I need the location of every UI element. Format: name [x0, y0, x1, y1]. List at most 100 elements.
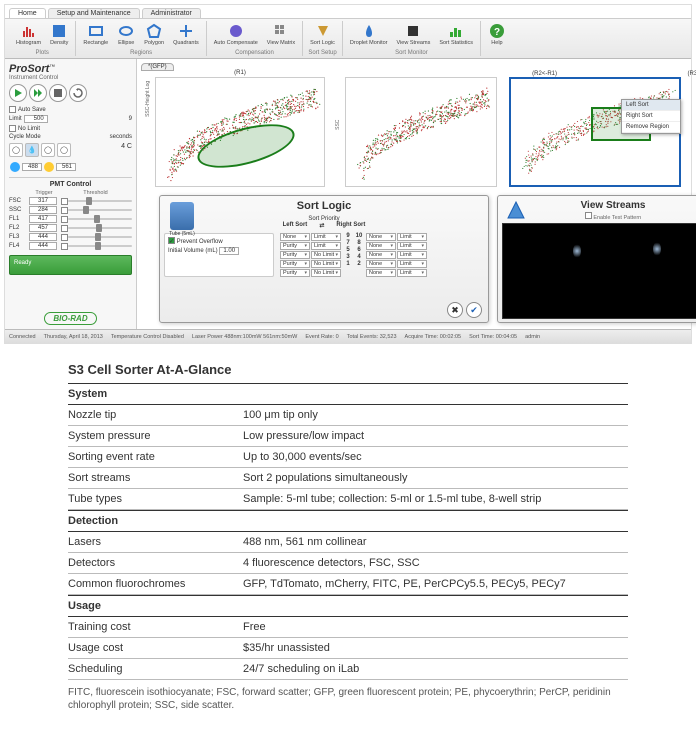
pmt-slider-FSC[interactable] — [68, 198, 132, 204]
rectangle-button[interactable]: Rectangle — [80, 21, 111, 48]
sort-statistics-button[interactable]: Sort Statistics — [436, 21, 476, 48]
pmt-value-FL3[interactable]: 444 — [29, 233, 57, 241]
cycle-btn-2[interactable]: 💧 — [25, 143, 39, 157]
polygon-button[interactable]: Polygon — [141, 21, 167, 48]
status-bar: Connected Thursday, April 18, 2013 Tempe… — [5, 329, 691, 343]
status-sort: Sort Time: 00:04:05 — [469, 334, 517, 340]
droplet-monitor-button[interactable]: Droplet Monitor — [347, 21, 391, 48]
pmt-control-panel: PMT Control TriggerThreshold FSC 317 SSC… — [9, 177, 132, 251]
spec-table: S3 Cell Sorter At-A-Glance SystemNozzle … — [68, 362, 628, 712]
pmt-slider-FL1[interactable] — [68, 216, 132, 222]
right-limit-3[interactable]: Limit — [397, 260, 427, 268]
refresh-button[interactable] — [69, 84, 87, 102]
spec-section-header: System — [68, 383, 628, 405]
left-limit-1[interactable]: Limit — [311, 242, 341, 250]
pmt-trigger-FL2[interactable] — [61, 225, 68, 232]
right-mode-3[interactable]: None — [366, 260, 396, 268]
help-button[interactable]: ?Help — [485, 21, 509, 48]
pmt-trigger-SSC[interactable] — [61, 207, 68, 214]
pmt-slider-FL3[interactable] — [68, 234, 132, 240]
scatter-svg-2 — [346, 78, 496, 186]
left-limit-0[interactable]: Limit — [311, 233, 341, 241]
fast-forward-button[interactable] — [29, 84, 47, 102]
spec-section-header: Usage — [68, 595, 628, 617]
cycle-btn-4[interactable]: ◯ — [57, 143, 71, 157]
pmt-label-FL4: FL4 — [9, 243, 29, 249]
right-limit-1[interactable]: Limit — [397, 242, 427, 250]
tab-setup[interactable]: Setup and Maintenance — [48, 8, 140, 18]
right-mode-0[interactable]: None — [366, 233, 396, 241]
right-limit-2[interactable]: Limit — [397, 251, 427, 259]
spec-key: Usage cost — [68, 642, 243, 654]
scatter-plot-1[interactable]: (R1) SSC-Height Log — [155, 77, 325, 187]
spec-key: Tube types — [68, 493, 243, 505]
pmt-value-SSC[interactable]: 284 — [29, 206, 57, 214]
cycle-btn-1[interactable]: ◯ — [9, 143, 23, 157]
play-button[interactable] — [9, 84, 27, 102]
left-mode-2[interactable]: Purity — [280, 251, 310, 259]
left-mode-1[interactable]: Purity — [280, 242, 310, 250]
ellipse-button[interactable]: Ellipse — [114, 21, 138, 48]
view-matrix-button[interactable]: View Matrix — [264, 21, 298, 48]
scatter-plot-3[interactable]: (R2<-R1) (R3<-R Left Sort Right Sort Rem… — [509, 77, 681, 187]
sort-cancel-button[interactable]: ✖ — [447, 302, 463, 318]
histogram-button[interactable]: Histogram — [13, 21, 44, 48]
density-button[interactable]: Density — [47, 21, 71, 48]
laser-488-value[interactable]: 488 — [22, 163, 42, 171]
pmt-label-FSC: FSC — [9, 198, 29, 204]
workspace: *(GFP) (R1) SSC-Height Log SSC (R2<-R1) … — [137, 59, 691, 329]
right-mode-1[interactable]: None — [366, 242, 396, 250]
scatter-plot-2[interactable]: SSC — [345, 77, 497, 187]
init-vol-input[interactable]: 1.00 — [219, 247, 239, 255]
ctx-left-sort[interactable]: Left Sort — [622, 100, 680, 111]
right-limit-0[interactable]: Limit — [397, 233, 427, 241]
left-limit-2[interactable]: No Limit — [311, 251, 341, 259]
spec-key: Scheduling — [68, 663, 243, 675]
pmt-trigger-FSC[interactable] — [61, 198, 68, 205]
nolimit-checkbox[interactable] — [9, 125, 16, 132]
pmt-value-FSC[interactable]: 317 — [29, 197, 57, 205]
workspace-tab[interactable]: *(GFP) — [141, 63, 174, 71]
pmt-value-FL1[interactable]: 417 — [29, 215, 57, 223]
ctx-right-sort[interactable]: Right Sort — [622, 111, 680, 122]
laser-561-value[interactable]: 561 — [56, 163, 76, 171]
ctx-remove-region[interactable]: Remove Region — [622, 122, 680, 133]
spec-row: Lasers488 nm, 561 nm collinear — [68, 532, 628, 553]
tab-admin[interactable]: Administrator — [142, 8, 201, 18]
overflow-checkbox[interactable]: ✓ — [168, 237, 175, 244]
panel-subtitle: Instrument Control — [9, 75, 132, 81]
left-limit-3[interactable]: No Limit — [311, 260, 341, 268]
view-streams-button[interactable]: View Streams — [394, 21, 434, 48]
pmt-trigger-FL3[interactable] — [61, 234, 68, 241]
sort-logic-button[interactable]: Sort Logic — [307, 21, 338, 48]
limit-input[interactable]: 500 — [24, 115, 48, 123]
quadrants-button[interactable]: Quadrants — [170, 21, 202, 48]
cycle-btn-3[interactable]: ◯ — [41, 143, 55, 157]
spec-footnote: FITC, fluorescein isothiocyanate; FSC, f… — [68, 686, 628, 712]
autosave-checkbox[interactable] — [9, 106, 16, 113]
spec-value: 4 fluorescence detectors, FSC, SSC — [243, 557, 628, 569]
right-mode-2[interactable]: None — [366, 251, 396, 259]
ribbon-group-sortmonitor: Droplet Monitor View Streams Sort Statis… — [343, 21, 481, 56]
right-limit-4[interactable]: Limit — [397, 269, 427, 277]
pmt-value-FL2[interactable]: 457 — [29, 224, 57, 232]
left-mode-3[interactable]: Purity — [280, 260, 310, 268]
spec-value: $35/hr unassisted — [243, 642, 628, 654]
pmt-slider-FL4[interactable] — [68, 243, 132, 249]
test-pattern-checkbox[interactable] — [585, 212, 592, 219]
laser-488-icon — [9, 161, 21, 173]
sort-ok-button[interactable]: ✔ — [466, 302, 482, 318]
pmt-trigger-FL4[interactable] — [61, 243, 68, 250]
pmt-value-FL4[interactable]: 444 — [29, 242, 57, 250]
left-mode-4[interactable]: Purity — [280, 269, 310, 277]
pmt-slider-SSC[interactable] — [68, 207, 132, 213]
pmt-slider-FL2[interactable] — [68, 225, 132, 231]
spec-value: 488 nm, 561 nm collinear — [243, 536, 628, 548]
tab-home[interactable]: Home — [9, 8, 46, 18]
auto-compensate-button[interactable]: Auto Compensate — [211, 21, 261, 48]
stop-button[interactable] — [49, 84, 67, 102]
left-mode-0[interactable]: None — [280, 233, 310, 241]
pmt-trigger-FL1[interactable] — [61, 216, 68, 223]
left-limit-4[interactable]: No Limit — [311, 269, 341, 277]
right-mode-4[interactable]: None — [366, 269, 396, 277]
